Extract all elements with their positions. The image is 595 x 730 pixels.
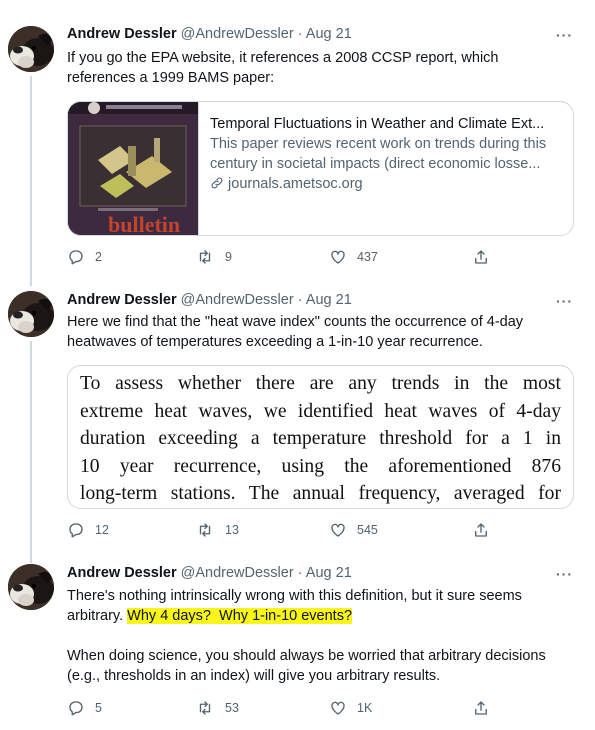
action-bar: 5 53 1K xyxy=(67,699,507,719)
card-description: This paper reviews recent work on trends… xyxy=(210,136,547,172)
retweet-count: 9 xyxy=(225,250,232,264)
reply-button[interactable]: 12 xyxy=(67,521,109,539)
reply-button[interactable]: 5 xyxy=(67,699,102,717)
retweet-icon xyxy=(199,250,211,264)
like-icon xyxy=(331,250,345,264)
quote-line: long-term stations. The annual frequency… xyxy=(80,483,561,504)
more-icon[interactable]: ··· xyxy=(556,293,573,309)
action-bar: 12 13 545 xyxy=(67,521,507,541)
reply-button[interactable]: 2 xyxy=(67,248,102,266)
tweet-text-line: arbitrary. Why 4 days? Why 1-in-10 event… xyxy=(67,606,567,626)
tweet-text-plain: arbitrary. xyxy=(67,608,124,624)
share-button[interactable] xyxy=(472,248,490,266)
quote-line: duration exceeding a temperature thresho… xyxy=(80,428,561,449)
author-handle[interactable]: @AndrewDessler xyxy=(181,26,294,42)
link-icon xyxy=(211,177,223,189)
tweet-text-paragraph: When doing science, you should always be… xyxy=(67,648,546,684)
card-thumbnail: bulletin xyxy=(68,102,199,235)
like-count: 1K xyxy=(357,701,373,715)
tweet-date[interactable]: Aug 21 xyxy=(306,292,352,308)
like-icon xyxy=(331,523,345,537)
quoted-image[interactable]: To assess whether there are any trends i… xyxy=(67,365,574,509)
tweet-1[interactable]: Andrew Dessler @AndrewDessler · Aug 21 ·… xyxy=(0,0,595,285)
more-icon[interactable]: ··· xyxy=(556,566,573,582)
retweet-count: 53 xyxy=(225,701,239,715)
thumb-word: bulletin xyxy=(108,212,180,235)
avatar[interactable] xyxy=(8,26,54,72)
quote-line: extreme heat waves, we identified heat w… xyxy=(80,400,561,422)
reply-icon xyxy=(69,701,83,716)
tweet-text: Here we find that the "heat wave index" … xyxy=(67,314,524,350)
like-button[interactable]: 437 xyxy=(329,248,378,266)
reply-count: 12 xyxy=(95,523,109,537)
tweet-text-line: There's nothing intrinsically wrong with… xyxy=(67,588,522,604)
reply-count: 2 xyxy=(95,250,102,264)
share-icon xyxy=(475,250,487,264)
share-icon xyxy=(475,523,487,537)
card-title[interactable]: Temporal Fluctuations in Weather and Cli… xyxy=(210,114,560,134)
author-handle[interactable]: @AndrewDessler xyxy=(181,565,294,581)
reply-icon xyxy=(69,523,83,538)
share-button[interactable] xyxy=(472,521,490,539)
like-icon xyxy=(331,701,345,715)
author-name[interactable]: Andrew Dessler xyxy=(67,292,177,308)
card-link-text[interactable]: journals.ametsoc.org xyxy=(228,176,363,192)
tweet-text: There's nothing intrinsically wrong with… xyxy=(67,586,567,686)
author-name[interactable]: Andrew Dessler xyxy=(67,26,177,42)
tweet-text: If you go the EPA website, it references… xyxy=(67,50,499,86)
link-card[interactable]: bulletin Temporal Fluctuations in Weathe… xyxy=(67,101,574,236)
avatar[interactable] xyxy=(8,564,54,610)
author-handle[interactable]: @AndrewDessler xyxy=(181,292,294,308)
author-name[interactable]: Andrew Dessler xyxy=(67,565,177,581)
tweet-date[interactable]: Aug 21 xyxy=(306,26,352,42)
like-button[interactable]: 545 xyxy=(329,521,378,539)
reply-icon xyxy=(69,250,83,265)
like-button[interactable]: 1K xyxy=(329,699,372,717)
action-bar: 2 9 437 xyxy=(67,248,507,268)
share-button[interactable] xyxy=(472,699,490,717)
card-link-row[interactable]: journals.ametsoc.org xyxy=(210,174,560,194)
quote-line: To assess whether there are any trends i… xyxy=(80,373,561,394)
retweet-button[interactable]: 13 xyxy=(195,521,239,539)
retweet-icon xyxy=(199,701,211,715)
tweet-2[interactable]: Andrew Dessler @AndrewDessler · Aug 21 ·… xyxy=(0,285,595,550)
separator-dot: · xyxy=(297,292,303,308)
tweet-3[interactable]: Andrew Dessler @AndrewDessler · Aug 21 ·… xyxy=(0,550,595,730)
separator-dot: · xyxy=(297,26,303,42)
quote-line: 10 year recurrence, using the aforementi… xyxy=(80,455,561,477)
share-icon xyxy=(475,701,487,715)
quoted-image-text: To assess whether there are any trends i… xyxy=(68,366,573,508)
separator-dot: · xyxy=(297,565,303,581)
reply-count: 5 xyxy=(95,701,102,715)
retweet-count: 13 xyxy=(225,523,239,537)
like-count: 545 xyxy=(357,523,378,537)
highlighted-text: Why 4 days? Why 1-in-10 events? xyxy=(127,608,353,624)
more-icon[interactable]: ··· xyxy=(556,27,573,43)
retweet-button[interactable]: 53 xyxy=(195,699,239,717)
retweet-button[interactable]: 9 xyxy=(195,248,232,266)
tweet-date[interactable]: Aug 21 xyxy=(306,565,352,581)
retweet-icon xyxy=(199,523,211,537)
like-count: 437 xyxy=(357,250,378,264)
avatar[interactable] xyxy=(8,291,54,337)
